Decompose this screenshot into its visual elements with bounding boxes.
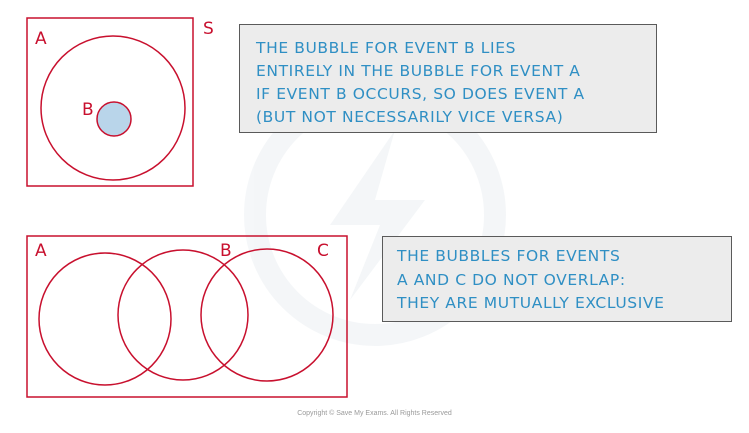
copyright-notice: Copyright © Save My Exams. All Rights Re… (297, 410, 452, 417)
note-line: THE BUBBLES FOR EVENTS (397, 247, 621, 265)
note-line: THEY ARE MUTUALLY EXCLUSIVE (397, 294, 665, 312)
diagram-canvas: S A B A B C THE BUBBLE FOR EVENT B LIES … (0, 0, 749, 428)
label-event-b: B (82, 100, 94, 120)
note-line: A AND C DO NOT OVERLAP: (397, 270, 626, 289)
event-a-circle (38, 252, 172, 386)
subset-explanation-note: THE BUBBLE FOR EVENT B LIES ENTIRELY IN … (239, 24, 657, 133)
label-event-b: B (220, 241, 232, 261)
note-line: ENTIRELY IN THE BUBBLE FOR EVENT A (256, 62, 581, 80)
exclusive-explanation-note: THE BUBBLES FOR EVENTS A AND C DO NOT OV… (382, 236, 732, 322)
label-event-a: A (35, 29, 47, 49)
subset-venn-diagram: S A B (26, 17, 214, 187)
event-b-circle (96, 101, 132, 137)
label-event-a: A (35, 241, 47, 261)
event-b-circle (117, 249, 249, 381)
note-line: THE BUBBLE FOR EVENT B LIES (256, 39, 517, 57)
note-line: (BUT NOT NECESSARILY VICE VERSA) (256, 108, 564, 126)
label-event-c: C (317, 241, 329, 261)
note-line: IF EVENT B OCCURS, SO DOES EVENT A (256, 85, 585, 103)
label-sample-space: S (203, 19, 214, 39)
